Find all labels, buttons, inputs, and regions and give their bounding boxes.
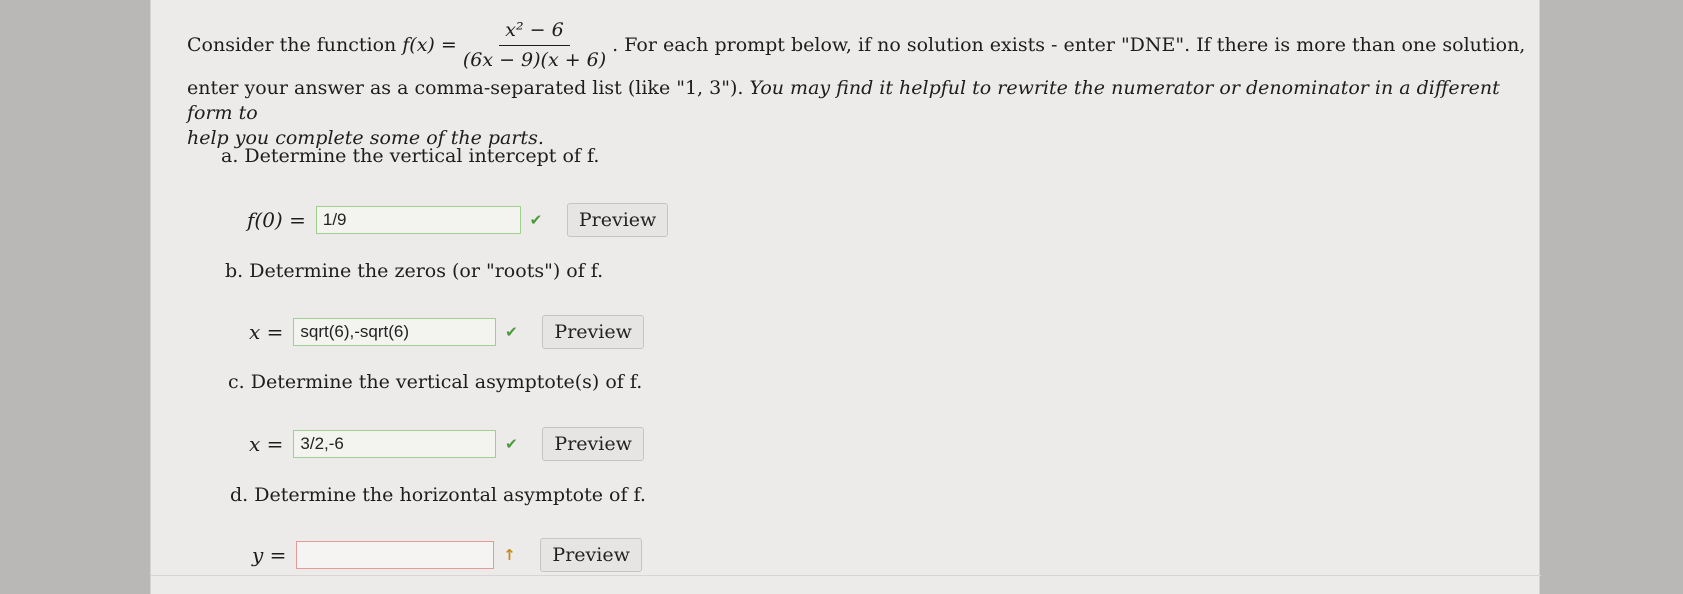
check-icon: ✔ (505, 323, 518, 341)
part-a-label: a. Determine the vertical intercept of f… (221, 145, 600, 167)
part-c-answer-row: x = 3/2,-6 ✔ Preview (249, 427, 644, 461)
intro-prefix: Consider the function (187, 33, 397, 56)
part-b-label: b. Determine the zeros (or "roots") of f… (225, 260, 604, 282)
fraction-denominator: (6x − 9)(x + 6) (462, 48, 607, 71)
part-b-preview-button[interactable]: Preview (542, 315, 644, 349)
part-b-answer-input[interactable]: sqrt(6),-sqrt(6) (293, 318, 497, 346)
check-icon: ✔ (505, 435, 518, 453)
intro-line-2: enter your answer as a comma-separated l… (187, 76, 1527, 126)
part-b-answer-row: x = sqrt(6),-sqrt(6) ✔ Preview (249, 315, 644, 349)
warning-arrow-icon: ↑ (503, 546, 516, 564)
intro-line-1: Consider the function f(x) = x² − 6 (6x … (187, 14, 1527, 76)
function-lhs: f(x) = (402, 33, 457, 56)
part-d-answer-input[interactable] (296, 541, 495, 569)
part-a-answer-row: f(0) = 1/9 ✔ Preview (247, 203, 669, 237)
part-c-answer-input[interactable]: 3/2,-6 (293, 430, 497, 458)
part-d-preview-button[interactable]: Preview (540, 538, 642, 572)
part-a-lhs: f(0) = (247, 208, 306, 232)
part-d-answer-row: y = ↑ Preview (252, 538, 642, 572)
part-c-lhs: x = (249, 432, 284, 456)
part-a-answer-input[interactable]: 1/9 (315, 206, 521, 234)
problem-sheet: Consider the function f(x) = x² − 6 (6x … (150, 0, 1541, 594)
bottom-divider (151, 575, 1541, 576)
part-b-lhs: x = (249, 320, 284, 344)
part-a-preview-button[interactable]: Preview (566, 203, 669, 237)
part-c-preview-button[interactable]: Preview (542, 427, 644, 461)
part-c-label: c. Determine the vertical asymptote(s) o… (228, 371, 643, 393)
check-icon: ✔ (529, 211, 543, 229)
intro-list-instructions: enter your answer as a comma-separated l… (187, 77, 750, 99)
function-fraction: x² − 6 (6x − 9)(x + 6) (463, 18, 606, 73)
part-d-lhs: y = (252, 543, 287, 567)
part-d-label: d. Determine the horizontal asymptote of… (230, 484, 646, 506)
fraction-numerator: x² − 6 (499, 18, 570, 46)
intro-instructions: . For each prompt below, if no solution … (612, 33, 1526, 56)
problem-statement: Consider the function f(x) = x² − 6 (6x … (187, 14, 1527, 151)
